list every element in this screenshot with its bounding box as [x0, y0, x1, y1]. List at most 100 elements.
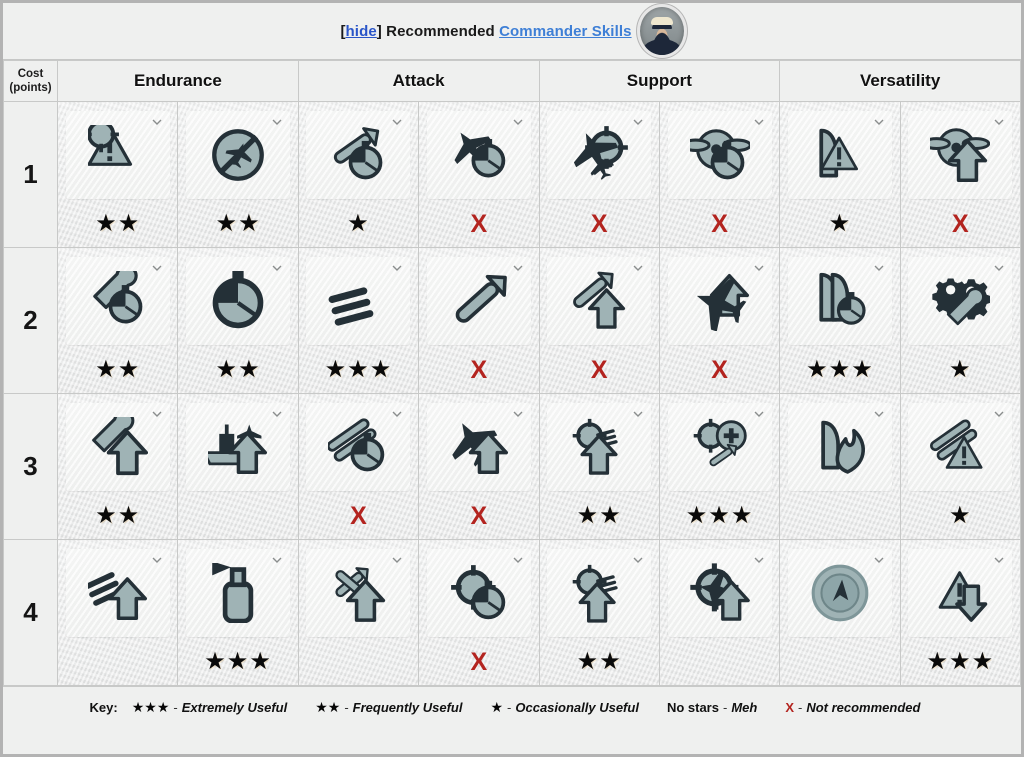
chevron-down-icon[interactable]	[513, 265, 523, 271]
chevron-down-icon[interactable]	[633, 265, 643, 271]
skill-cell[interactable]: ★★	[538, 393, 660, 540]
skill-icon-box[interactable]	[547, 403, 652, 491]
skill-icon-box[interactable]	[787, 257, 892, 345]
chevron-down-icon[interactable]	[152, 411, 162, 417]
skill-icon-box[interactable]	[186, 111, 291, 199]
skill-cell[interactable]: ★★★	[779, 247, 901, 394]
chevron-down-icon[interactable]	[392, 265, 402, 271]
skill-icon-box[interactable]	[908, 403, 1013, 491]
skill-cell[interactable]: X	[658, 101, 781, 248]
chevron-down-icon[interactable]	[994, 557, 1004, 563]
skill-icon-box[interactable]	[667, 257, 772, 345]
chevron-down-icon[interactable]	[272, 265, 282, 271]
skill-rating: ★★	[95, 353, 140, 387]
skill-cell[interactable]: ★	[297, 101, 420, 248]
skill-icon-box[interactable]	[186, 257, 291, 345]
skill-icon-box[interactable]	[547, 257, 652, 345]
skill-icon-box[interactable]	[186, 403, 291, 491]
chevron-down-icon[interactable]	[392, 119, 402, 125]
chevron-down-icon[interactable]	[754, 411, 764, 417]
chevron-down-icon[interactable]	[392, 557, 402, 563]
skill-cell[interactable]: ★★	[538, 539, 660, 686]
chevron-down-icon[interactable]	[392, 411, 402, 417]
skill-cell[interactable]	[779, 393, 901, 540]
skill-cell[interactable]: X	[418, 247, 540, 394]
chevron-down-icon[interactable]	[272, 411, 282, 417]
skill-cell[interactable]: ★★	[56, 247, 179, 394]
chevron-down-icon[interactable]	[513, 557, 523, 563]
skill-icon-box[interactable]	[186, 549, 291, 637]
skill-icon-box[interactable]	[667, 111, 772, 199]
skill-icon-box[interactable]	[426, 403, 531, 491]
chevron-down-icon[interactable]	[152, 265, 162, 271]
skill-icon-box[interactable]	[667, 403, 772, 491]
skill-icon-box[interactable]	[426, 257, 531, 345]
chevron-down-icon[interactable]	[152, 557, 162, 563]
skill-icon-box[interactable]	[306, 111, 411, 199]
chevron-down-icon[interactable]	[994, 411, 1004, 417]
skill-icon-box[interactable]	[787, 111, 892, 199]
skill-cell[interactable]	[177, 393, 299, 540]
skill-cell[interactable]: X	[538, 101, 660, 248]
skill-cell[interactable]: X	[418, 101, 540, 248]
chevron-down-icon[interactable]	[272, 119, 282, 125]
skill-cell[interactable]	[56, 539, 179, 686]
hide-link[interactable]: hide	[346, 23, 377, 40]
skill-cell[interactable]	[658, 539, 781, 686]
skill-icon-box[interactable]	[547, 111, 652, 199]
chevron-down-icon[interactable]	[994, 265, 1004, 271]
skill-icon-box[interactable]	[306, 549, 411, 637]
chevron-down-icon[interactable]	[633, 411, 643, 417]
skill-icon-box[interactable]	[667, 549, 772, 637]
skill-cell[interactable]	[297, 539, 420, 686]
chevron-down-icon[interactable]	[874, 119, 884, 125]
skill-cell[interactable]: ★★★	[658, 393, 781, 540]
chevron-down-icon[interactable]	[754, 119, 764, 125]
skill-cell[interactable]: X	[538, 247, 660, 394]
skill-cell[interactable]: ★★	[56, 101, 179, 248]
skill-cell[interactable]: X	[418, 393, 540, 540]
skill-icon-box[interactable]	[547, 549, 652, 637]
skill-cell[interactable]: ★	[899, 247, 1022, 394]
chevron-down-icon[interactable]	[754, 557, 764, 563]
skill-cell[interactable]: ★	[899, 393, 1022, 540]
skill-icon-box[interactable]	[306, 403, 411, 491]
skill-rating: ★★	[577, 645, 622, 679]
skill-icon-box[interactable]	[65, 257, 170, 345]
skill-icon-box[interactable]	[426, 111, 531, 199]
skill-icon-box[interactable]	[908, 549, 1013, 637]
chevron-down-icon[interactable]	[874, 265, 884, 271]
skill-icon-box[interactable]	[787, 549, 892, 637]
chevron-down-icon[interactable]	[152, 119, 162, 125]
chevron-down-icon[interactable]	[994, 119, 1004, 125]
skill-icon-box[interactable]	[787, 403, 892, 491]
skill-icon-box[interactable]	[908, 257, 1013, 345]
chevron-down-icon[interactable]	[272, 557, 282, 563]
chevron-down-icon[interactable]	[633, 119, 643, 125]
chevron-down-icon[interactable]	[754, 265, 764, 271]
skill-cell[interactable]	[779, 539, 901, 686]
chevron-down-icon[interactable]	[513, 411, 523, 417]
chevron-down-icon[interactable]	[874, 557, 884, 563]
skill-cell[interactable]: X	[899, 101, 1022, 248]
skill-cell[interactable]: ★★	[177, 101, 299, 248]
skill-cell[interactable]: X	[297, 393, 420, 540]
skill-icon-box[interactable]	[306, 257, 411, 345]
skill-icon-box[interactable]	[426, 549, 531, 637]
skill-cell[interactable]: ★★	[177, 247, 299, 394]
skill-cell[interactable]: ★	[779, 101, 901, 248]
skill-cell[interactable]: ★★★	[177, 539, 299, 686]
skill-icon-box[interactable]	[65, 111, 170, 199]
chevron-down-icon[interactable]	[513, 119, 523, 125]
skill-icon-box[interactable]	[65, 549, 170, 637]
skill-cell[interactable]: ★★★	[899, 539, 1022, 686]
commander-skills-link[interactable]: Commander Skills	[499, 23, 631, 40]
skill-cell[interactable]: ★★	[56, 393, 179, 540]
skill-cell[interactable]: ★★★	[297, 247, 420, 394]
skill-cell[interactable]: X	[418, 539, 540, 686]
skill-icon-box[interactable]	[65, 403, 170, 491]
skill-icon-box[interactable]	[908, 111, 1013, 199]
chevron-down-icon[interactable]	[633, 557, 643, 563]
chevron-down-icon[interactable]	[874, 411, 884, 417]
skill-cell[interactable]: X	[658, 247, 781, 394]
